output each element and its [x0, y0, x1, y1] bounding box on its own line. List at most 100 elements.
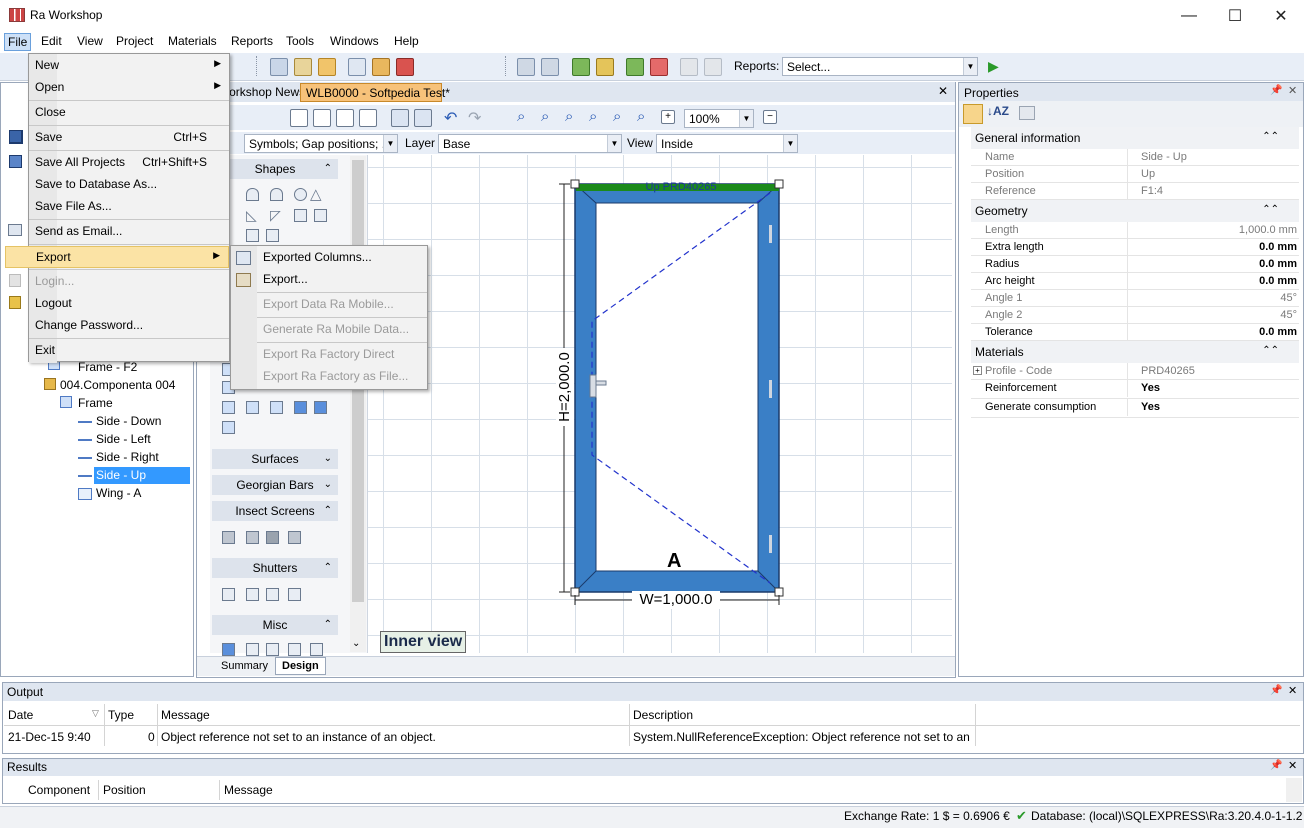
chevron-down-icon[interactable]: ▼ — [383, 135, 397, 152]
close-button[interactable]: ✕ — [1258, 0, 1304, 31]
menu-item-export[interactable]: Export ▶ — [5, 246, 229, 268]
menu-windows[interactable]: Windows — [327, 33, 382, 51]
shapes-header[interactable]: Shapes ⌃ — [212, 159, 338, 179]
screen-icon[interactable] — [266, 531, 279, 544]
col-type[interactable]: Type — [108, 708, 134, 722]
tab-design[interactable]: Design — [275, 657, 326, 675]
grid-tool-icon[interactable] — [313, 109, 331, 127]
close-panel-icon[interactable]: ✕ — [1288, 759, 1297, 772]
element-icon[interactable] — [314, 401, 327, 414]
tree-item-frame[interactable]: Frame — [78, 395, 113, 412]
prop-row-position[interactable]: Position Up — [971, 166, 1299, 183]
maximize-button[interactable]: ☐ — [1212, 0, 1258, 31]
zoom-out-icon[interactable]: ⌕ — [541, 108, 549, 125]
pages-icon[interactable] — [1019, 106, 1035, 120]
grid-tool-icon[interactable] — [336, 109, 354, 127]
menu-tools[interactable]: Tools — [283, 33, 317, 51]
menu-item-close[interactable]: Close — [29, 102, 229, 124]
zoom-icon[interactable]: ⌕ — [613, 108, 621, 125]
col-results-message[interactable]: Message — [224, 783, 273, 797]
trapezoid-shape-icon[interactable]: ◸ — [270, 207, 281, 224]
element-icon[interactable] — [270, 401, 283, 414]
menu-view[interactable]: View — [74, 33, 106, 51]
zoom-select[interactable]: 100% ▼ — [684, 109, 754, 128]
grid-tool-icon[interactable] — [290, 109, 308, 127]
report-icon[interactable] — [650, 58, 668, 76]
shutter-icon[interactable] — [266, 588, 279, 601]
reports-select[interactable]: Select... ▼ — [782, 57, 978, 76]
shutter-icon[interactable] — [222, 588, 235, 601]
menu-help[interactable]: Help — [391, 33, 422, 51]
menu-item-save-db[interactable]: Save to Database As... — [29, 174, 229, 196]
sort-az-icon[interactable]: ↓AZ — [987, 104, 1009, 118]
menu-edit[interactable]: Edit — [38, 33, 65, 51]
results-scrollbar[interactable] — [1286, 778, 1302, 802]
cursor-icon[interactable] — [391, 109, 409, 127]
tree-icon[interactable] — [626, 58, 644, 76]
menu-item-exported-columns[interactable]: Exported Columns... — [257, 247, 427, 269]
section-general[interactable]: General information ⌃⌃ — [971, 127, 1299, 149]
menu-project[interactable]: Project — [113, 33, 156, 51]
list-icon[interactable] — [270, 58, 288, 76]
redo-icon[interactable]: ↷ — [468, 108, 481, 128]
run-report-icon[interactable]: ▶ — [988, 58, 999, 75]
element-icon[interactable] — [222, 421, 235, 434]
element-icon[interactable] — [294, 401, 307, 414]
layer-select[interactable]: Base ▼ — [438, 134, 622, 153]
minus-icon[interactable]: − — [763, 110, 777, 124]
menu-item-logout[interactable]: Logout — [29, 293, 229, 315]
shutters-header[interactable]: Shutters ⌃ — [212, 558, 338, 578]
chevron-down-icon[interactable]: ▼ — [963, 58, 977, 75]
zoom-region-icon[interactable]: ⌕ — [589, 108, 597, 125]
menu-item-new[interactable]: New ▶ — [29, 55, 229, 77]
menu-item-save[interactable]: Save Ctrl+S — [29, 127, 229, 149]
chevron-down-icon[interactable]: ▼ — [607, 135, 621, 152]
gear-icon[interactable] — [541, 58, 559, 76]
col-message[interactable]: Message — [161, 708, 210, 722]
undo-icon[interactable]: ↶ — [444, 108, 457, 128]
menu-item-exit[interactable]: Exit — [29, 340, 229, 362]
close-panel-icon[interactable]: ✕ — [1288, 684, 1297, 697]
shutter-icon[interactable] — [288, 588, 301, 601]
screen-icon[interactable] — [288, 531, 301, 544]
trapezoid-shape-icon[interactable]: ◺ — [246, 207, 257, 224]
tree-item-side-right[interactable]: Side - Right — [96, 449, 159, 466]
shape-icon[interactable] — [266, 229, 279, 242]
element-icon[interactable] — [246, 401, 259, 414]
misc-icon[interactable] — [246, 643, 259, 656]
col-description[interactable]: Description — [633, 708, 693, 722]
grid-tool-icon[interactable] — [359, 109, 377, 127]
expand-icon[interactable]: + — [973, 366, 982, 375]
symbols-select[interactable]: Symbols; Gap positions; ... ▼ — [244, 134, 398, 153]
chevron-down-icon[interactable]: ▼ — [783, 135, 797, 152]
prop-row-tolerance[interactable]: Tolerance 0.0 mm — [971, 324, 1299, 341]
triangle-shape-icon[interactable]: △ — [310, 185, 322, 203]
plus-icon[interactable]: + — [661, 110, 675, 124]
tree-item-side-left[interactable]: Side - Left — [96, 431, 151, 448]
misc-icon[interactable] — [310, 643, 323, 656]
element-icon[interactable] — [222, 401, 235, 414]
screen-icon[interactable] — [222, 531, 235, 544]
pin-icon[interactable]: 📌 — [1270, 685, 1282, 696]
menu-item-change-password[interactable]: Change Password... — [29, 315, 229, 337]
pin-icon[interactable]: 📌 — [1270, 85, 1282, 96]
minimize-button[interactable]: — — [1166, 0, 1212, 31]
zoom-select-icon[interactable]: ⌕ — [637, 108, 645, 125]
prop-row-reference[interactable]: Reference F1:4 — [971, 183, 1299, 200]
tree-item-wing-a[interactable]: Wing - A — [96, 485, 141, 502]
misc-icon[interactable] — [288, 643, 301, 656]
rect-shape-icon[interactable] — [314, 209, 327, 222]
arch-shape-icon[interactable] — [270, 188, 283, 201]
window-icon[interactable] — [348, 58, 366, 76]
window-drawing[interactable] — [540, 175, 810, 615]
section-materials[interactable]: Materials ⌃⌃ — [971, 341, 1299, 363]
misc-icon[interactable] — [222, 643, 235, 656]
categorized-icon[interactable] — [963, 104, 983, 124]
tree-item-side-down[interactable]: Side - Down — [96, 413, 161, 430]
prop-row-angle-2[interactable]: Angle 2 45° — [971, 307, 1299, 324]
georgian-header[interactable]: Georgian Bars ⌄ — [212, 475, 338, 495]
cursor-icon[interactable] — [414, 109, 432, 127]
zoom-in-icon[interactable]: ⌕ — [517, 108, 525, 125]
prop-row-profile-code[interactable]: + Profile - Code PRD40265 — [971, 363, 1299, 380]
arch-shape-icon[interactable] — [246, 188, 259, 201]
